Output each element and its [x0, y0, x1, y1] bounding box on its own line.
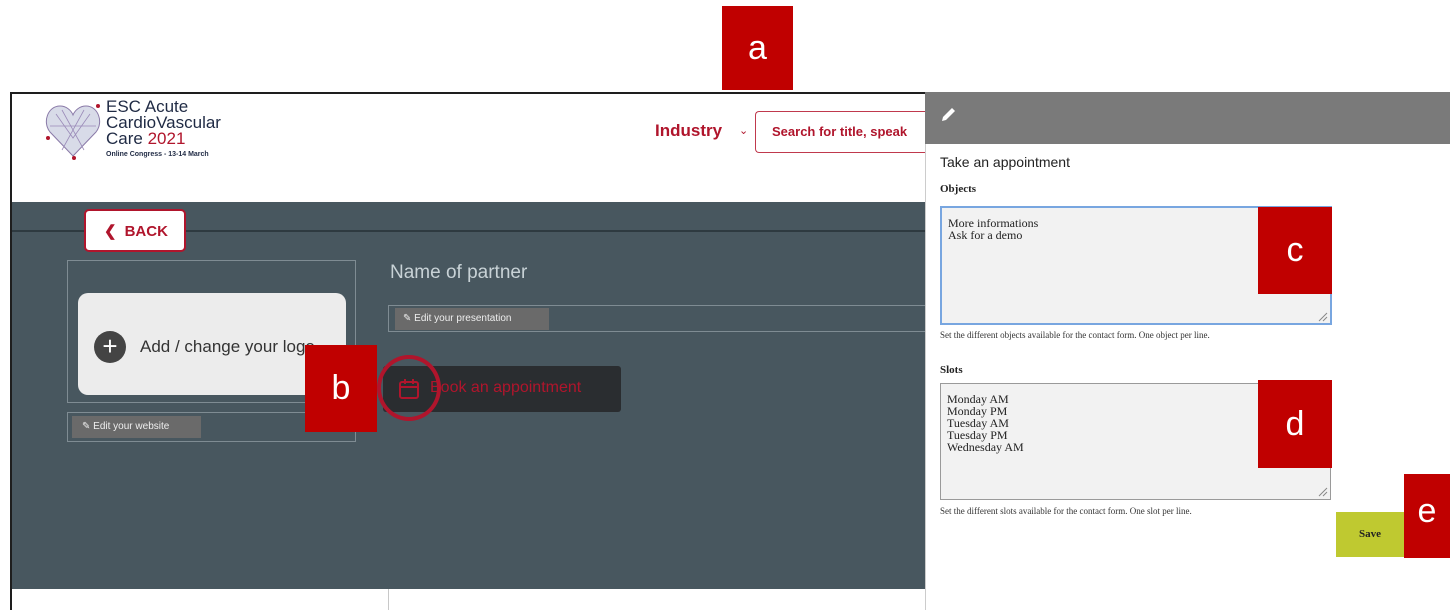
annotation-badge-e: e	[1404, 474, 1450, 558]
pencil-icon: ✎	[82, 421, 94, 432]
annotation-circle	[377, 355, 441, 421]
logo-year: 2021	[147, 129, 186, 148]
chevron-down-icon[interactable]: ⌄	[739, 124, 748, 137]
logo-subtitle: Online Congress - 13-14 March	[106, 151, 209, 158]
panel-header-bar	[925, 92, 1450, 144]
edit-website-button[interactable]: ✎ Edit your website	[72, 416, 201, 438]
objects-label: Objects	[940, 183, 977, 195]
esc-heart-logo-icon	[45, 104, 101, 160]
nav-industry[interactable]: Industry	[655, 121, 722, 141]
book-appointment-label[interactable]: Book an appointment	[430, 379, 581, 397]
search-input[interactable]: Search for title, speak	[755, 111, 925, 153]
footer	[12, 589, 925, 610]
back-label: BACK	[124, 223, 168, 240]
resize-handle-icon[interactable]	[1318, 487, 1328, 497]
edit-presentation-label: Edit your presentation	[414, 313, 512, 324]
logo-care-text: Care	[106, 129, 148, 148]
pencil-icon	[942, 108, 955, 121]
chevron-left-icon: ❮	[104, 223, 117, 240]
panel-title: Take an appointment	[940, 154, 1070, 170]
save-button[interactable]: Save	[1336, 512, 1404, 557]
plus-circle-icon[interactable]: +	[94, 331, 126, 363]
annotation-badge-b: b	[305, 345, 377, 432]
edit-presentation-button[interactable]: ✎ Edit your presentation	[395, 308, 549, 330]
objects-help-text: Set the different objects available for …	[940, 330, 1210, 340]
footer-divider	[388, 589, 389, 610]
resize-handle-icon[interactable]	[1318, 312, 1328, 322]
edit-website-label: Edit your website	[93, 421, 170, 432]
annotation-badge-d: d	[1258, 380, 1332, 468]
annotation-badge-c: c	[1258, 207, 1332, 294]
back-button[interactable]: ❮ BACK	[84, 209, 186, 252]
annotation-badge-a: a	[722, 6, 793, 90]
slots-help-text: Set the different slots available for th…	[940, 506, 1192, 516]
slots-label: Slots	[940, 364, 963, 376]
logo-title-line3: Care 2021	[106, 129, 186, 148]
pencil-icon: ✎	[403, 313, 415, 324]
partner-name: Name of partner	[390, 262, 528, 283]
add-logo-label[interactable]: Add / change your logo	[140, 337, 315, 357]
